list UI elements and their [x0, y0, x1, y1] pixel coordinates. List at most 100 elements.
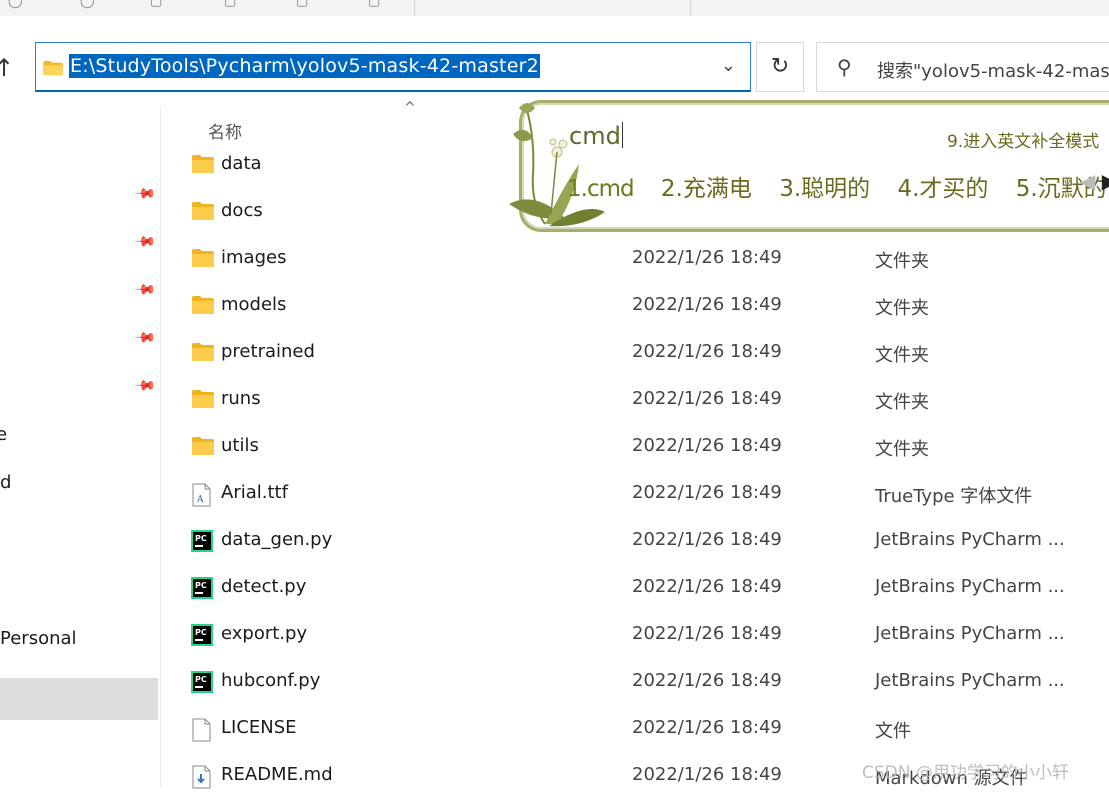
file-type: 文件夹	[875, 345, 929, 366]
ime-candidate[interactable]: 2.充满电	[661, 169, 752, 203]
file-row[interactable]: models 2022/1/26 18:49 文件夹	[161, 282, 1109, 329]
watermark-text: CSDN @用功学习的小小轩	[862, 763, 1069, 783]
ribbon-icon[interactable]: ◯	[8, 0, 24, 9]
file-type: 文件夹	[875, 439, 929, 460]
ime-candidate-window: cmd 9.进入英文补全模式 1.cmd 2.充满电 3.聪明的 4.才买的 5…	[505, 94, 1109, 232]
file-date-modified: 2022/1/26 18:49	[632, 623, 782, 644]
file-name: images	[221, 247, 287, 268]
file-row[interactable]: utils 2022/1/26 18:49 文件夹	[161, 423, 1109, 470]
file-name: utils	[221, 435, 259, 456]
file-row[interactable]: A Arial.ttf 2022/1/26 18:49 TrueType 字体文件	[161, 470, 1109, 517]
file-row[interactable]: LICENSE 2022/1/26 18:49 文件	[161, 705, 1109, 752]
folder-icon	[191, 295, 215, 317]
ime-candidate[interactable]: 1.cmd	[567, 176, 635, 202]
chevron-down-icon[interactable]: ⌄	[721, 55, 736, 76]
folder-icon	[191, 248, 215, 270]
file-type: 文件夹	[875, 251, 929, 272]
ribbon-icon[interactable]: ▢	[150, 0, 166, 9]
ribbon-icon[interactable]: ▢	[224, 0, 240, 9]
ime-page-nav: ◀ ▶	[1080, 169, 1109, 193]
font-file-icon: A	[191, 483, 215, 507]
file-date-modified: 2022/1/26 18:49	[632, 717, 782, 738]
file-type: 文件夹	[875, 392, 929, 413]
markdown-file-icon	[191, 765, 215, 789]
file-name: data	[221, 153, 262, 174]
pycharm-file-icon: PC	[191, 671, 215, 693]
pin-icon[interactable]: 📌	[133, 182, 157, 206]
file-type: JetBrains PyCharm ...	[875, 576, 1065, 597]
ime-candidate-list: 1.cmd 2.充满电 3.聪明的 4.才买的 5.沉默的	[567, 169, 1109, 203]
column-header-name[interactable]: 名称	[208, 118, 242, 143]
file-type: 文件夹	[875, 298, 929, 319]
file-date-modified: 2022/1/26 18:49	[632, 529, 782, 550]
ime-candidate[interactable]: 4.才买的	[897, 169, 988, 203]
pin-icon[interactable]: 📌	[133, 326, 157, 350]
file-name: pretrained	[221, 341, 315, 362]
ime-candidate[interactable]: 3.聪明的	[779, 169, 870, 203]
file-name: Arial.ttf	[221, 482, 288, 503]
file-date-modified: 2022/1/26 18:49	[632, 576, 782, 597]
sort-caret-icon: ^	[404, 100, 416, 116]
folder-icon	[191, 436, 215, 458]
file-name: LICENSE	[221, 717, 297, 738]
search-placeholder: 搜索"yolov5-mask-42-mast	[877, 61, 1109, 82]
triangle-right-icon[interactable]: ▶	[1102, 169, 1109, 193]
ribbon-toolbar: ◯ ◯ ▢ ▢ ▢ ▢	[0, 0, 1109, 17]
file-row[interactable]: images 2022/1/26 18:49 文件夹	[161, 235, 1109, 282]
nav-item[interactable]: d	[0, 472, 11, 493]
file-date-modified: 2022/1/26 18:49	[632, 294, 782, 315]
triangle-left-icon[interactable]: ◀	[1080, 169, 1095, 193]
file-name: export.py	[221, 623, 308, 644]
svg-text:PC: PC	[195, 675, 207, 684]
file-row[interactable]: runs 2022/1/26 18:49 文件夹	[161, 376, 1109, 423]
ime-mode-hint[interactable]: 9.进入英文补全模式	[947, 127, 1099, 152]
folder-icon	[191, 201, 215, 223]
svg-text:A: A	[196, 495, 204, 505]
blank-file-icon	[191, 718, 215, 742]
nav-item[interactable]: e	[0, 424, 7, 445]
ime-composition-text: cmd	[569, 122, 623, 150]
file-row[interactable]: PC export.py 2022/1/26 18:49 JetBrains PyCh…	[161, 611, 1109, 658]
plant-decoration-icon	[509, 103, 605, 227]
nav-item-personal[interactable]: Personal	[0, 628, 77, 649]
address-path-text: E:\StudyTools\Pycharm\yolov5-mask-42-mas…	[69, 54, 540, 78]
ribbon-separator	[414, 0, 415, 16]
file-name: runs	[221, 388, 261, 409]
file-date-modified: 2022/1/26 18:49	[632, 670, 782, 691]
svg-text:PC: PC	[195, 581, 207, 590]
refresh-icon: ↻	[770, 54, 790, 79]
ribbon-icon[interactable]: ◯	[80, 0, 96, 9]
up-arrow-icon[interactable]: ↑	[0, 54, 14, 82]
ribbon-icon[interactable]: ▢	[296, 0, 312, 9]
file-row[interactable]: PC data_gen.py 2022/1/26 18:49 JetBrains Py…	[161, 517, 1109, 564]
address-bar-row: ↑ E:\StudyTools\Pycharm\yolov5-mask-42-m…	[0, 16, 1109, 106]
file-name: README.md	[221, 764, 333, 785]
ribbon-icon[interactable]: ▢	[368, 0, 384, 9]
nav-item-selected[interactable]	[0, 678, 158, 720]
file-date-modified: 2022/1/26 18:49	[632, 435, 782, 456]
svg-text:PC: PC	[195, 628, 207, 637]
pin-icon[interactable]: 📌	[133, 374, 157, 398]
file-name: detect.py	[221, 576, 307, 597]
file-row[interactable]: PC detect.py 2022/1/26 18:49 JetBrains PyCh…	[161, 564, 1109, 611]
file-row[interactable]: PC hubconf.py 2022/1/26 18:49 JetBrains PyC…	[161, 658, 1109, 705]
file-type: JetBrains PyCharm ...	[875, 623, 1065, 644]
search-icon: ⚲	[837, 55, 852, 79]
file-date-modified: 2022/1/26 18:49	[632, 482, 782, 503]
folder-icon	[191, 389, 215, 411]
pycharm-file-icon: PC	[191, 577, 215, 599]
ribbon-separator	[690, 0, 691, 16]
file-type: JetBrains PyCharm ...	[875, 670, 1065, 691]
file-row[interactable]: pretrained 2022/1/26 18:49 文件夹	[161, 329, 1109, 376]
file-date-modified: 2022/1/26 18:49	[632, 388, 782, 409]
file-name: hubconf.py	[221, 670, 321, 691]
refresh-button[interactable]: ↻	[756, 42, 804, 92]
pin-icon[interactable]: 📌	[133, 230, 157, 254]
file-date-modified: 2022/1/26 18:49	[632, 764, 782, 785]
pin-icon[interactable]: 📌	[133, 278, 157, 302]
pycharm-file-icon: PC	[191, 624, 215, 646]
search-input[interactable]: ⚲ 搜索"yolov5-mask-42-mast	[816, 42, 1109, 92]
file-type: TrueType 字体文件	[875, 486, 1033, 507]
address-input[interactable]: E:\StudyTools\Pycharm\yolov5-mask-42-mas…	[35, 42, 751, 92]
file-type: 文件	[875, 721, 911, 742]
